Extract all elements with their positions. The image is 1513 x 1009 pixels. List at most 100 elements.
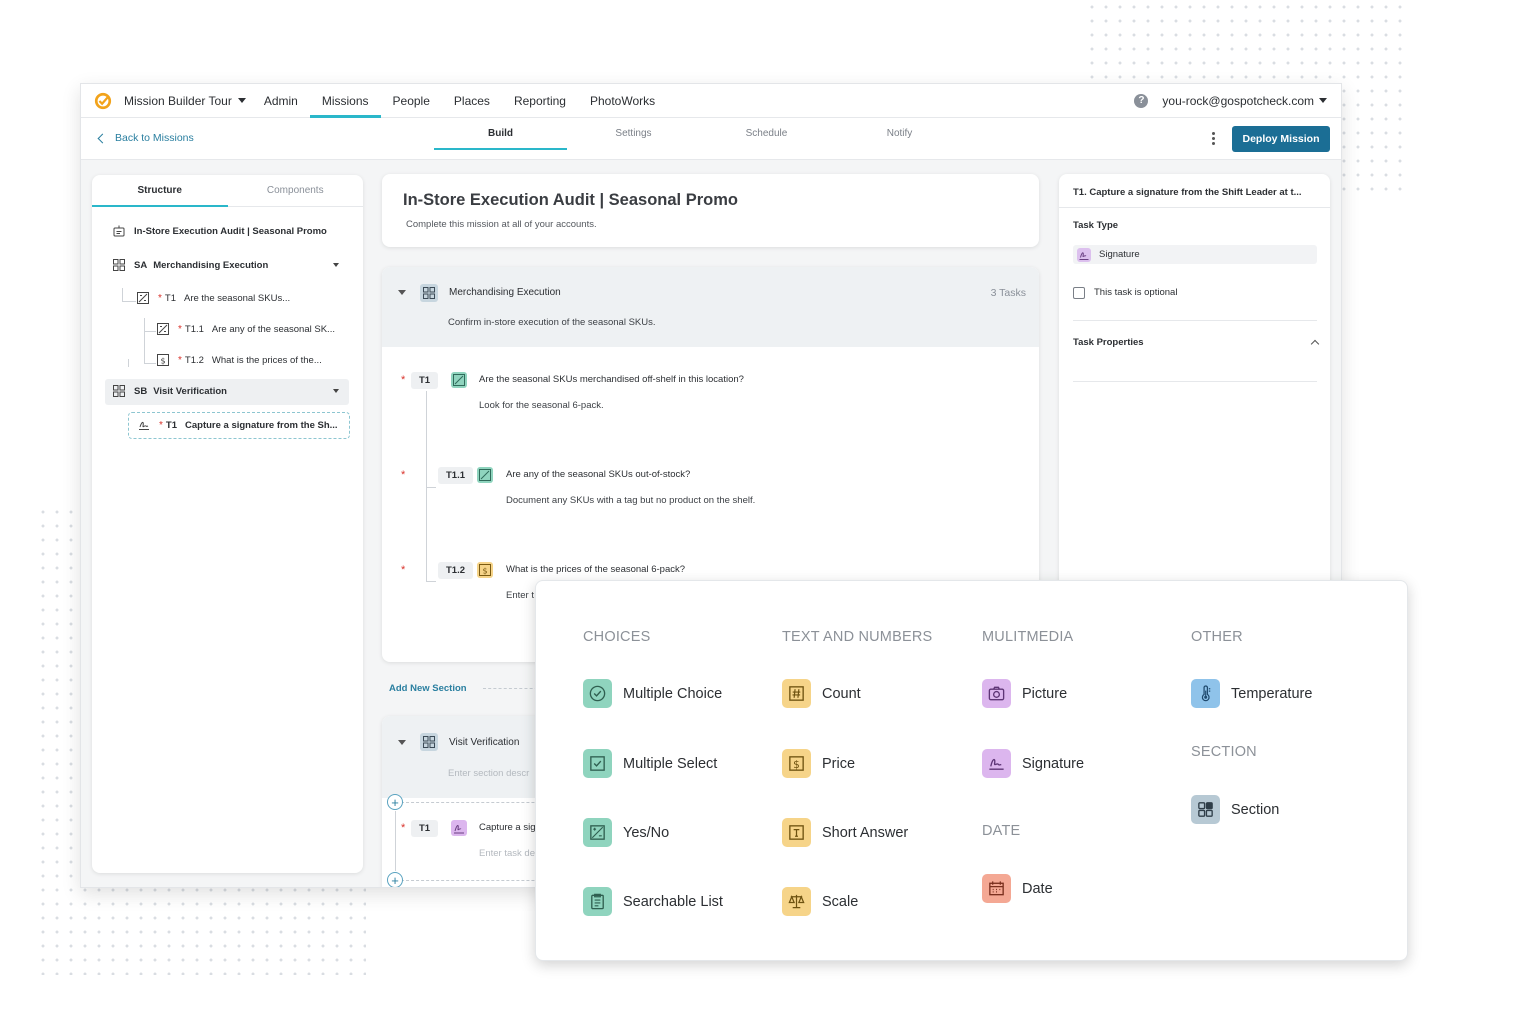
mission-title: In-Store Execution Audit | Seasonal Prom…	[403, 191, 738, 209]
component-price[interactable]: $ Price	[782, 749, 855, 778]
svg-text:$: $	[793, 759, 800, 771]
short-answer-icon	[782, 818, 811, 847]
component-label: Date	[1022, 880, 1053, 897]
tab-build[interactable]: Build	[434, 118, 567, 150]
task-hint: Document any SKUs with a tag but no prod…	[506, 495, 756, 506]
task-description-input[interactable]: Enter task de	[479, 848, 535, 859]
tree-item-section-a[interactable]: SA Merchandising Execution	[113, 259, 339, 271]
required-marker: *	[178, 323, 182, 335]
component-temperature[interactable]: Temperature	[1191, 679, 1312, 708]
brand-menu[interactable]: Mission Builder Tour	[124, 94, 246, 108]
caret-down-icon	[237, 98, 246, 103]
tree-item-section-b-task-t1[interactable]: * T1 Capture a signature from the Sh...	[138, 419, 338, 431]
task-type-label: Task Type	[1073, 220, 1119, 231]
component-multiple-select[interactable]: Multiple Select	[583, 749, 717, 778]
category-multimedia: MULITMEDIA	[982, 629, 1074, 645]
component-label: Multiple Select	[623, 755, 718, 772]
add-new-section-link[interactable]: Add New Section	[389, 683, 467, 694]
nav-item-reporting[interactable]: Reporting	[502, 84, 578, 117]
more-options-icon[interactable]	[1212, 132, 1216, 147]
section-header[interactable]: Merchandising Execution 3 Tasks Confirm …	[382, 267, 1039, 347]
task-code: T1.1	[184, 323, 204, 335]
task-code: T1	[164, 292, 176, 304]
category-choices: CHOICES	[583, 629, 651, 645]
back-label: Back to Missions	[115, 132, 194, 144]
task-row-t1[interactable]: * T1 Are the seasonal SKUs merchandised …	[401, 372, 1031, 412]
yes-no-icon	[137, 292, 149, 304]
add-task-plus-icon[interactable]: +	[387, 794, 403, 810]
component-picture[interactable]: Picture	[982, 679, 1067, 708]
help-icon[interactable]: ?	[1134, 93, 1149, 108]
section-name: Visit Verification	[153, 385, 227, 397]
tree-item-mission[interactable]: In-Store Execution Audit | Seasonal Prom…	[113, 225, 327, 237]
account-menu[interactable]: you-rock@gospotcheck.com	[1162, 94, 1327, 108]
component-yes-no[interactable]: Yes/No	[583, 818, 669, 847]
caret-down-icon[interactable]	[333, 263, 339, 267]
tree-item-task-t1-2[interactable]: $ * T1.2 What is the prices of the...	[157, 354, 322, 366]
component-scale[interactable]: Scale	[782, 887, 858, 916]
required-marker: *	[401, 564, 406, 576]
price-icon: $	[782, 749, 811, 778]
caret-down-icon[interactable]	[398, 290, 406, 295]
signature-icon	[139, 421, 149, 430]
task-type-value: Signature	[1099, 249, 1140, 260]
brand-name: Mission Builder Tour	[124, 93, 232, 108]
component-section[interactable]: Section	[1191, 795, 1279, 824]
tree-connector	[122, 301, 136, 302]
task-properties-label[interactable]: Task Properties	[1073, 337, 1144, 348]
component-label: Count	[822, 685, 861, 702]
price-icon: $	[477, 562, 493, 578]
tab-structure[interactable]: Structure	[92, 175, 228, 207]
section-icon	[420, 284, 438, 302]
calendar-icon	[982, 874, 1011, 903]
add-task-plus-icon[interactable]: +	[387, 872, 403, 887]
component-label: Section	[1231, 801, 1280, 818]
structure-panel-tabs: Structure Components	[92, 175, 363, 207]
caret-down-icon[interactable]	[398, 740, 406, 745]
component-label: Searchable List	[623, 893, 723, 910]
component-date[interactable]: Date	[982, 874, 1053, 903]
component-signature[interactable]: Signature	[982, 749, 1084, 778]
tab-settings[interactable]: Settings	[567, 118, 700, 150]
main-nav: Admin Missions People Places Reporting P…	[252, 84, 667, 118]
nav-item-places[interactable]: Places	[442, 84, 502, 117]
signature-icon	[982, 749, 1011, 778]
component-multiple-choice[interactable]: Multiple Choice	[583, 679, 722, 708]
component-short-answer[interactable]: Short Answer	[782, 818, 908, 847]
optional-checkbox[interactable]	[1073, 287, 1085, 299]
thermometer-icon	[1191, 679, 1220, 708]
tree-item-task-t1[interactable]: * T1 Are the seasonal SKUs...	[137, 292, 290, 304]
nav-item-missions[interactable]: Missions	[309, 84, 381, 118]
panel-divider	[1073, 381, 1317, 382]
back-to-missions-link[interactable]: Back to Missions	[97, 132, 194, 144]
task-code: T1	[165, 419, 177, 431]
deploy-mission-button[interactable]: Deploy Mission	[1232, 126, 1330, 152]
nav-item-photoworks[interactable]: PhotoWorks	[578, 84, 667, 117]
task-row-t1-1[interactable]: * T1.1 Are any of the seasonal SKUs out-…	[401, 467, 1031, 507]
signature-icon	[451, 820, 467, 836]
caret-down-icon[interactable]	[333, 389, 339, 393]
category-date: DATE	[982, 823, 1021, 839]
task-number: T1.1	[438, 467, 474, 484]
tab-notify[interactable]: Notify	[833, 118, 966, 150]
chevron-up-icon[interactable]	[1310, 339, 1320, 349]
chevron-left-icon	[97, 133, 108, 143]
signature-icon	[1077, 247, 1091, 262]
tab-components[interactable]: Components	[228, 175, 364, 206]
tree-item-section-b[interactable]: SB Visit Verification	[113, 385, 339, 397]
task-question: Are the seasonal SKUs merchandised off-s…	[479, 374, 744, 385]
nav-item-admin[interactable]: Admin	[252, 84, 310, 117]
required-marker: *	[401, 822, 406, 834]
component-searchable-list[interactable]: Searchable List	[583, 887, 723, 916]
task-type-select[interactable]: Signature	[1073, 245, 1317, 264]
section-name: Visit Verification	[449, 737, 520, 748]
nav-item-people[interactable]: People	[381, 84, 442, 117]
component-count[interactable]: Count	[782, 679, 861, 708]
tree-connector	[128, 359, 129, 367]
mission-title-card[interactable]: In-Store Execution Audit | Seasonal Prom…	[382, 174, 1039, 247]
add-section-divider	[483, 688, 543, 689]
tree-item-task-t1-1[interactable]: * T1.1 Are any of the seasonal SK...	[157, 323, 335, 335]
task-text: Are the seasonal SKUs...	[184, 292, 291, 304]
tab-schedule[interactable]: Schedule	[700, 118, 833, 150]
section-description-input[interactable]: Enter section descr	[448, 768, 529, 779]
